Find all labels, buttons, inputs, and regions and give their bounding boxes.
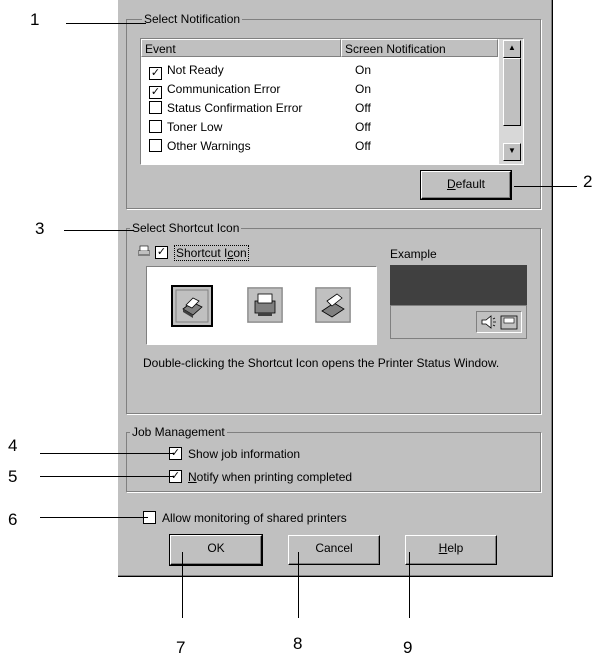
printer-icon-option-2[interactable] — [247, 287, 283, 323]
notification-row-checkbox[interactable]: ✓ — [149, 86, 162, 99]
job-group-label: Job Management — [130, 425, 227, 439]
notification-list[interactable]: Event Screen Notification ✓ Not Ready On ✓ C… — [140, 38, 524, 165]
notification-row-event: Toner Low — [167, 120, 223, 134]
leader-line-8 — [298, 552, 299, 618]
leader-line-5 — [40, 476, 174, 477]
leader-line-7 — [182, 552, 183, 618]
notification-row-checkbox[interactable]: ✓ — [149, 67, 162, 80]
notification-row-checkbox[interactable] — [149, 139, 162, 152]
notification-row[interactable]: Toner Low Off — [141, 118, 497, 136]
scroll-up-arrow-icon[interactable]: ▲ — [503, 40, 521, 58]
help-button[interactable]: Help — [405, 535, 497, 565]
printer-small-icon — [136, 243, 152, 259]
notification-scrollbar[interactable]: ▲ ▼ — [499, 39, 523, 164]
notification-row-value: Off — [355, 120, 371, 134]
notification-row-value: On — [355, 82, 372, 96]
notification-row-event: Other Warnings — [167, 139, 251, 153]
notification-row[interactable]: ✓ Not Ready On — [141, 61, 497, 80]
show-job-info-label[interactable]: Show job information — [188, 447, 300, 461]
callout-6: 6 — [8, 510, 18, 529]
example-tray — [476, 311, 522, 333]
leader-line-1 — [66, 23, 146, 24]
notification-row[interactable]: Other Warnings Off — [141, 137, 497, 155]
callout-4: 4 — [8, 436, 18, 455]
notification-row-event: Communication Error — [167, 82, 281, 96]
leader-line-4 — [40, 453, 174, 454]
notification-row-event: Status Confirmation Error — [167, 101, 303, 115]
shortcut-description: Double-clicking the Shortcut Icon opens … — [143, 356, 500, 370]
column-header-event[interactable]: Event — [141, 39, 341, 57]
column-header-screen-notification[interactable]: Screen Notification — [341, 39, 498, 57]
scroll-thumb[interactable] — [503, 58, 521, 126]
shortcut-icon-label[interactable]: Shortcut Icon — [174, 245, 249, 261]
speaker-icon — [481, 315, 518, 330]
shortcut-icon-checkbox[interactable]: ✓ — [155, 246, 168, 259]
notification-row[interactable]: Status Confirmation Error Off — [141, 99, 497, 117]
scroll-down-arrow-icon[interactable]: ▼ — [503, 143, 521, 161]
callout-1: 1 — [30, 10, 40, 29]
callout-2: 2 — [583, 172, 593, 191]
allow-shared-label[interactable]: Allow monitoring of shared printers — [162, 511, 347, 525]
printer-icon-option-1[interactable] — [171, 285, 213, 327]
printer-icon-option-3[interactable] — [315, 287, 351, 323]
callout-3: 3 — [35, 219, 45, 238]
example-preview-dark — [390, 265, 527, 305]
shortcut-group-label: Select Shortcut Icon — [130, 221, 242, 235]
notify-completed-label[interactable]: Notify when printing completed — [188, 470, 352, 484]
example-label: Example — [390, 247, 437, 261]
notification-row-checkbox[interactable] — [149, 101, 162, 114]
example-taskbar — [390, 305, 527, 339]
leader-line-9 — [409, 552, 410, 618]
notification-row-checkbox[interactable] — [149, 120, 162, 133]
callout-7: 7 — [176, 638, 186, 657]
leader-line-2 — [514, 186, 577, 187]
notification-row-value: On — [355, 63, 372, 77]
ok-button[interactable]: OK — [169, 534, 263, 566]
callout-9: 9 — [403, 638, 413, 657]
default-button[interactable]: Default — [420, 170, 512, 200]
callout-5: 5 — [8, 467, 18, 486]
notification-row-event: Not Ready — [167, 63, 224, 77]
notification-row-value: Off — [355, 101, 371, 115]
leader-line-3 — [64, 230, 134, 231]
notification-group-label: Select Notification — [142, 12, 243, 26]
cancel-button[interactable]: Cancel — [288, 535, 380, 565]
notification-row[interactable]: ✓ Communication Error On — [141, 80, 497, 99]
notification-rows: ✓ Not Ready On ✓ Communication Error On Status… — [141, 61, 499, 164]
leader-line-6 — [40, 517, 148, 518]
notification-row-value: Off — [355, 139, 371, 153]
printer-status-dialog: Select Notification Event Screen Notific… — [118, 0, 553, 577]
shortcut-icon-picker — [146, 266, 377, 345]
callout-8: 8 — [293, 634, 303, 653]
